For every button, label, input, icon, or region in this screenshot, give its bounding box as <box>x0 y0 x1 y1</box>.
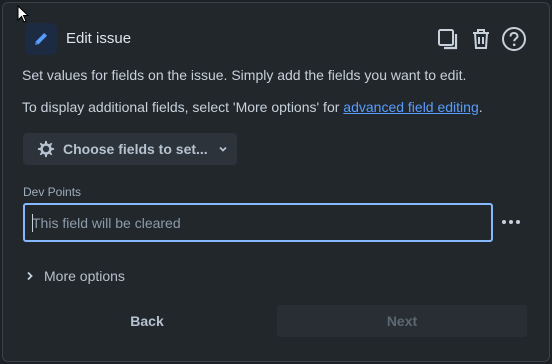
header-actions <box>435 23 527 55</box>
mouse-cursor-icon <box>17 5 29 23</box>
chevron-right-icon <box>27 271 33 281</box>
description-line-1: Set values for fields on the issue. Simp… <box>22 67 467 83</box>
help-icon[interactable] <box>501 26 527 52</box>
pencil-icon <box>25 23 57 55</box>
copy-icon[interactable] <box>435 26 461 52</box>
gear-icon <box>37 140 55 158</box>
more-icon[interactable] <box>499 210 523 234</box>
choose-fields-label: Choose fields to set... <box>63 141 208 157</box>
more-options-label: More options <box>44 268 125 284</box>
description-line-2-prefix: To display additional fields, select 'Mo… <box>22 99 344 115</box>
dev-points-label: Dev Points <box>23 185 82 199</box>
dialog-title: Edit issue <box>66 30 132 47</box>
back-button[interactable]: Back <box>23 305 271 337</box>
dialog-header: Edit issue <box>25 23 527 55</box>
text-caret <box>32 214 33 232</box>
more-options-toggle[interactable]: More options <box>25 266 125 286</box>
description-line-2-suffix: . <box>478 99 483 115</box>
description-line-2: To display additional fields, select 'Mo… <box>22 99 483 115</box>
chevron-down-icon <box>217 143 229 155</box>
next-button[interactable]: Next <box>277 305 527 337</box>
advanced-field-editing-link[interactable]: advanced field editing <box>343 99 478 115</box>
trash-icon[interactable] <box>468 26 494 52</box>
choose-fields-button[interactable]: Choose fields to set... <box>23 133 237 165</box>
dev-points-input[interactable] <box>23 203 493 242</box>
